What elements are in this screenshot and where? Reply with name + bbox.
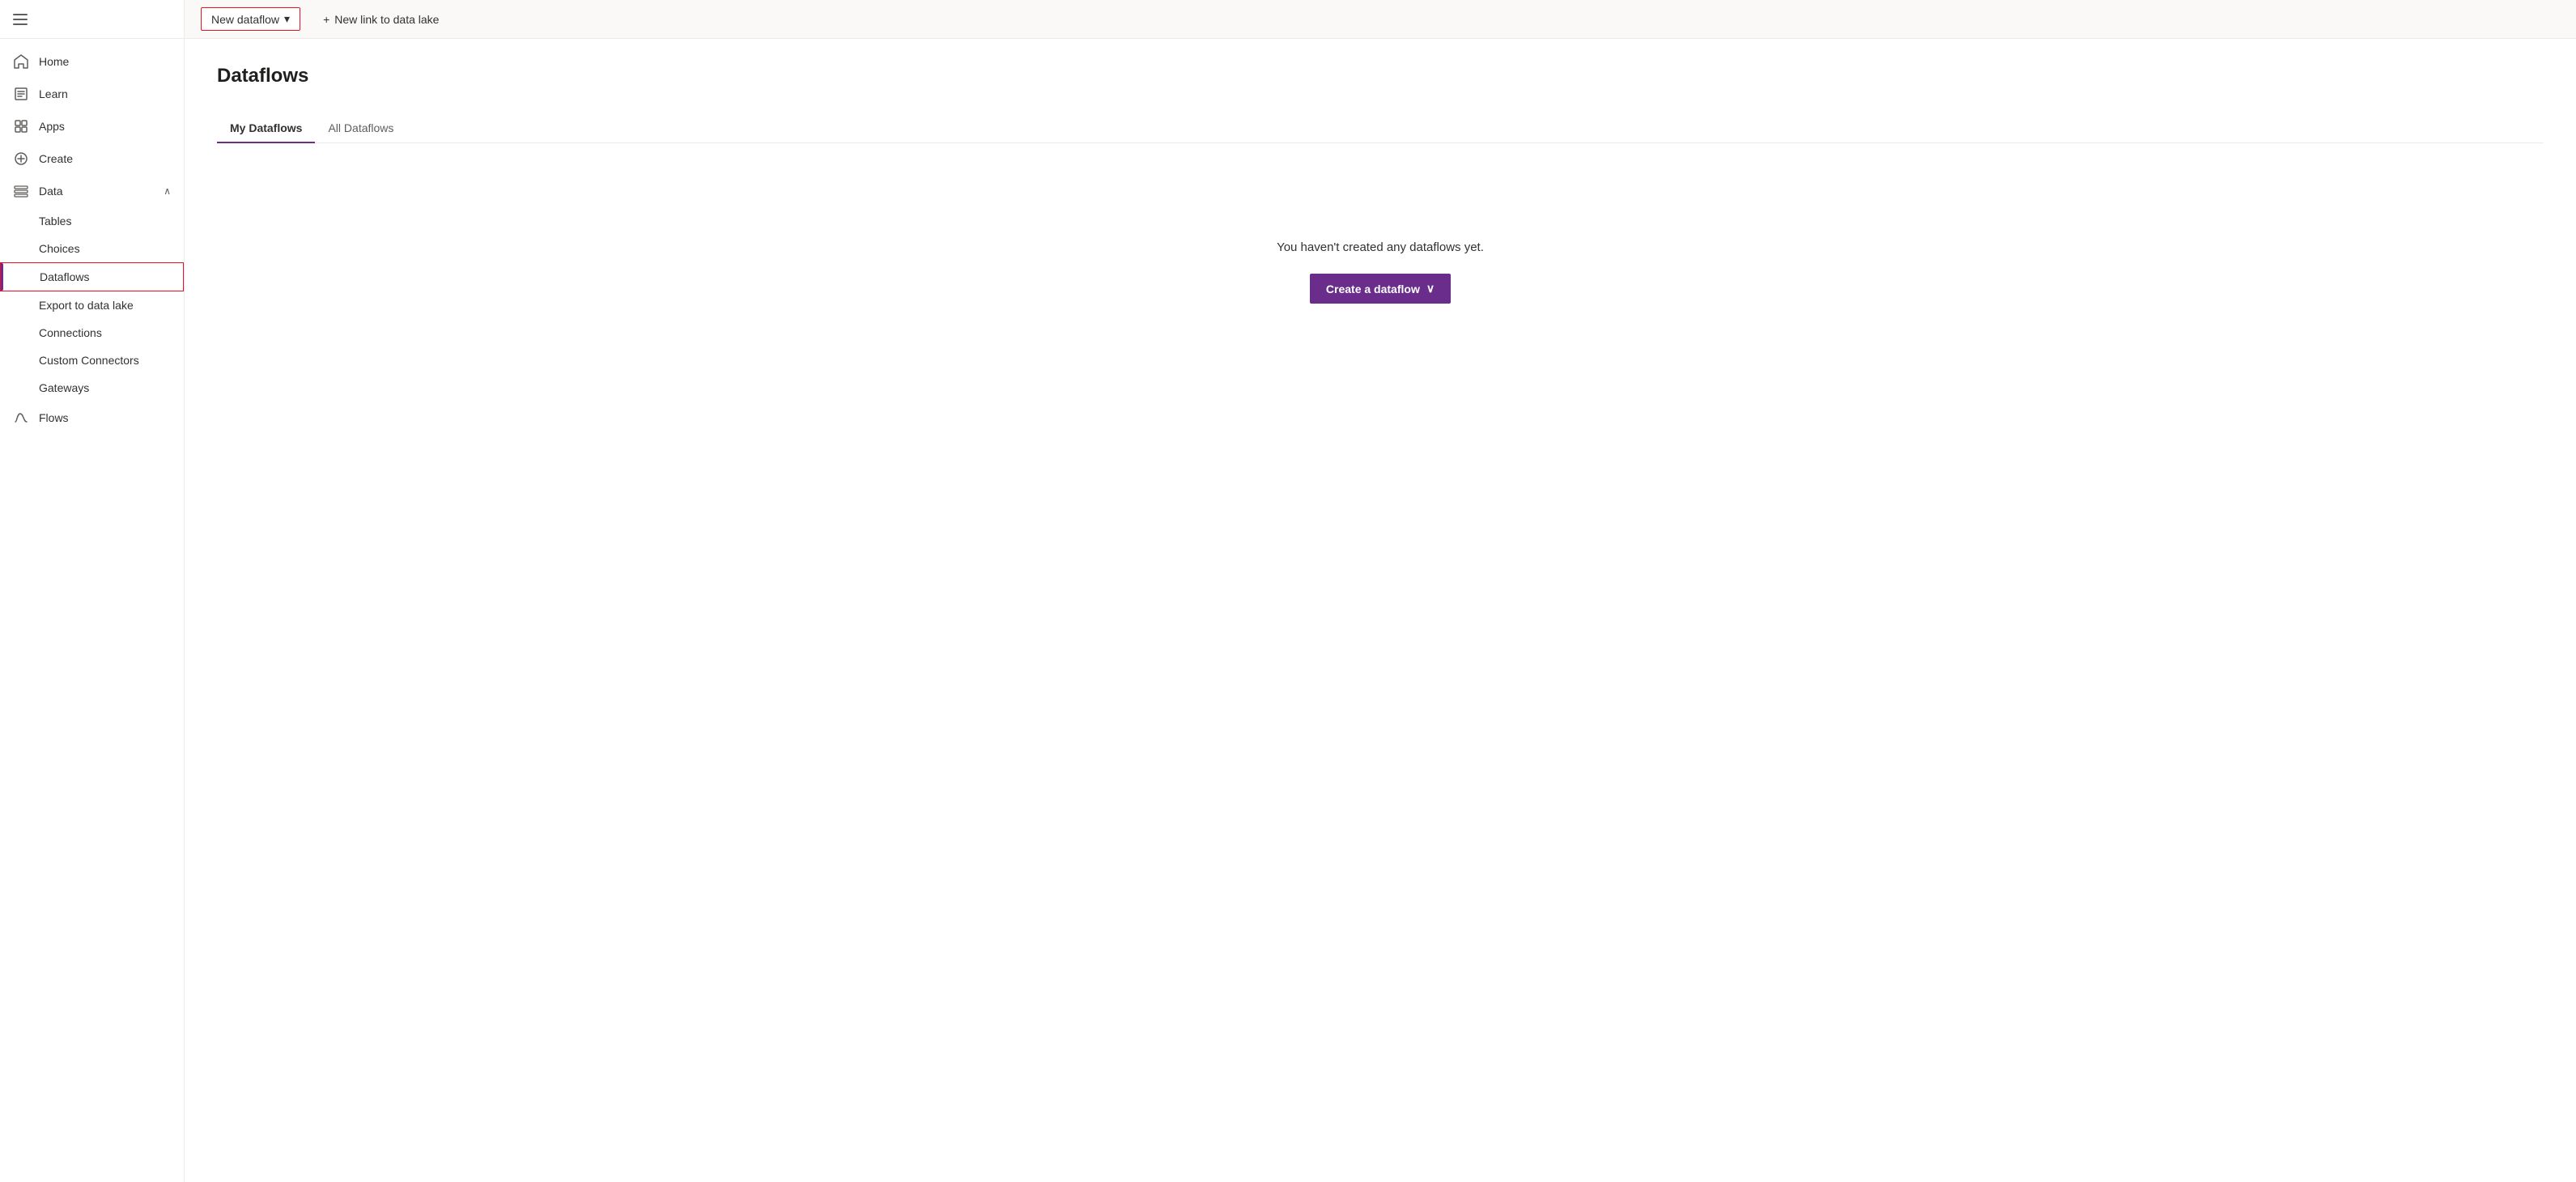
new-dataflow-label: New dataflow xyxy=(211,13,279,26)
sidebar-sub-item-custom-connectors[interactable]: Custom Connectors xyxy=(0,347,184,374)
create-icon xyxy=(13,151,29,167)
create-dataflow-button[interactable]: Create a dataflow ∨ xyxy=(1310,274,1451,304)
data-icon xyxy=(13,183,29,199)
sidebar-sub-item-tables[interactable]: Tables xyxy=(0,207,184,235)
new-link-label: New link to data lake xyxy=(334,13,439,26)
learn-icon xyxy=(13,86,29,102)
new-dataflow-button[interactable]: New dataflow ▾ xyxy=(201,7,300,31)
sidebar-item-flows[interactable]: Flows xyxy=(0,402,184,434)
tabs-container: My Dataflows All Dataflows xyxy=(217,113,2544,143)
sidebar-sub-item-gateways[interactable]: Gateways xyxy=(0,374,184,402)
sidebar-sub-item-dataflows[interactable]: Dataflows xyxy=(0,262,184,291)
sidebar-sub-item-custom-connectors-label: Custom Connectors xyxy=(39,354,139,367)
sidebar-sub-item-choices[interactable]: Choices xyxy=(0,235,184,262)
sidebar-sub-item-connections[interactable]: Connections xyxy=(0,319,184,347)
home-icon xyxy=(13,53,29,70)
sidebar-sub-item-connections-label: Connections xyxy=(39,326,102,339)
flows-icon xyxy=(13,410,29,426)
empty-message: You haven't created any dataflows yet. xyxy=(1277,240,1484,254)
sidebar-sub-item-tables-label: Tables xyxy=(39,215,71,227)
sidebar: Home Learn Apps xyxy=(0,0,185,1182)
create-dataflow-chevron-icon: ∨ xyxy=(1426,282,1435,296)
top-toolbar: New dataflow ▾ + New link to data lake xyxy=(185,0,2576,39)
hamburger-menu-icon[interactable] xyxy=(13,11,29,28)
sidebar-sub-item-export-data-lake[interactable]: Export to data lake xyxy=(0,291,184,319)
sidebar-header xyxy=(0,0,184,39)
sidebar-navigation: Home Learn Apps xyxy=(0,39,184,1182)
empty-state: You haven't created any dataflows yet. C… xyxy=(217,176,2544,368)
sidebar-sub-item-choices-label: Choices xyxy=(39,242,80,255)
sidebar-item-home[interactable]: Home xyxy=(0,45,184,78)
data-chevron-icon: ∧ xyxy=(164,185,171,197)
sidebar-item-learn-label: Learn xyxy=(39,87,171,100)
tab-my-dataflows-label: My Dataflows xyxy=(230,121,302,134)
sidebar-sub-item-gateways-label: Gateways xyxy=(39,381,89,394)
new-link-plus-icon: + xyxy=(323,13,329,26)
tab-all-dataflows-label: All Dataflows xyxy=(328,121,393,134)
main-area: New dataflow ▾ + New link to data lake D… xyxy=(185,0,2576,1182)
sidebar-item-data-label: Data xyxy=(39,185,154,198)
content-area: Dataflows My Dataflows All Dataflows You… xyxy=(185,39,2576,1182)
sidebar-item-apps[interactable]: Apps xyxy=(0,110,184,142)
sidebar-item-data[interactable]: Data ∧ xyxy=(0,175,184,207)
tab-my-dataflows[interactable]: My Dataflows xyxy=(217,113,315,142)
create-dataflow-label: Create a dataflow xyxy=(1326,283,1420,296)
page-title: Dataflows xyxy=(217,65,2544,87)
sidebar-item-flows-label: Flows xyxy=(39,411,171,424)
apps-icon xyxy=(13,118,29,134)
sidebar-item-create-label: Create xyxy=(39,152,171,165)
sidebar-sub-item-export-data-lake-label: Export to data lake xyxy=(39,299,134,312)
sidebar-sub-item-dataflows-label: Dataflows xyxy=(40,270,89,283)
sidebar-item-apps-label: Apps xyxy=(39,120,171,133)
new-dataflow-chevron-icon: ▾ xyxy=(284,12,290,26)
sidebar-item-learn[interactable]: Learn xyxy=(0,78,184,110)
tab-all-dataflows[interactable]: All Dataflows xyxy=(315,113,406,142)
sidebar-item-create[interactable]: Create xyxy=(0,142,184,175)
new-link-to-data-lake-button[interactable]: + New link to data lake xyxy=(313,9,448,30)
sidebar-item-home-label: Home xyxy=(39,55,171,68)
